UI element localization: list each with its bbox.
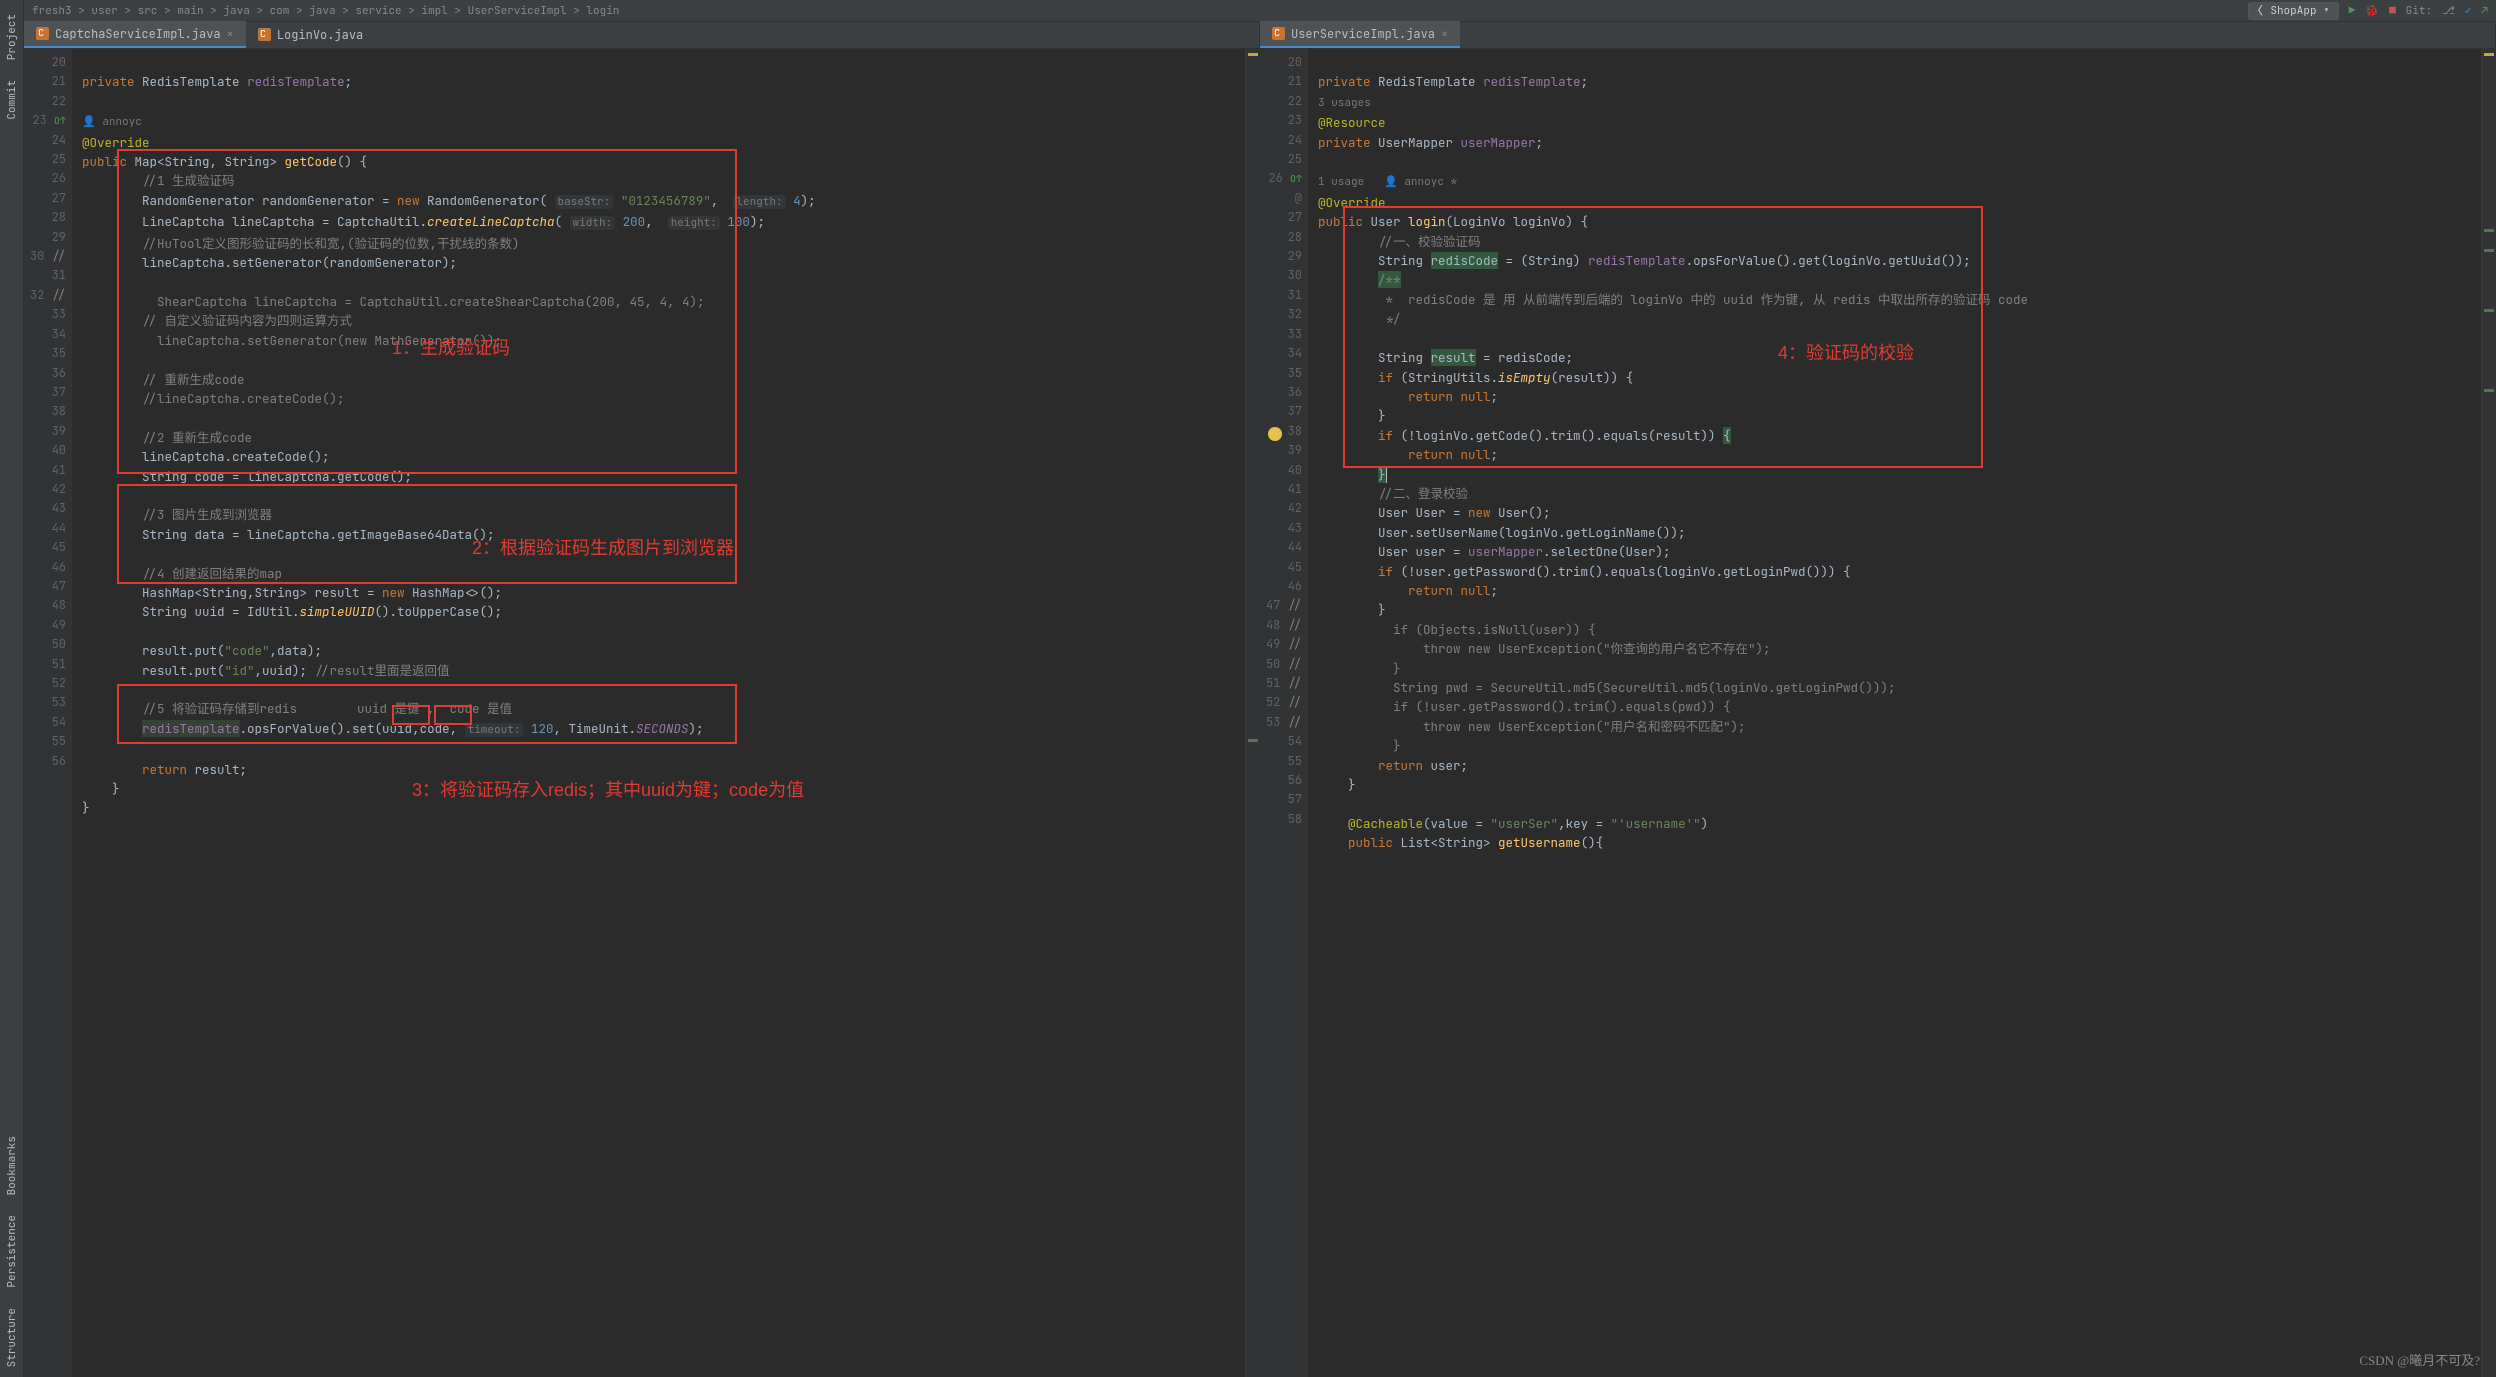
right-editor[interactable]: 20 21222324 2526 O↑ @2728293031323334353… [1260,49,2495,1377]
right-tabs: UserServiceImpl.java× [1260,22,2495,49]
git-push-icon[interactable]: ↗ [2481,4,2488,18]
left-tabs: CaptchaServiceImpl.java× LoginVo.java [24,22,1259,49]
right-gutter: 20 21222324 2526 O↑ @2728293031323334353… [1260,49,1308,1377]
git-update-icon[interactable]: ✓ [2465,4,2472,18]
tab-captcha[interactable]: CaptchaServiceImpl.java× [24,21,246,48]
chg-marker[interactable] [2484,389,2494,392]
tab-userservice[interactable]: UserServiceImpl.java× [1260,21,1460,48]
close-icon[interactable]: × [1441,26,1448,42]
git-branch-icon[interactable]: ⎇ [2442,4,2455,18]
class-icon [258,28,271,41]
git-label: Git: [2406,4,2432,18]
bulb-icon[interactable] [1268,427,1282,446]
structure-tool[interactable]: Structure [3,1298,21,1377]
root: Project Commit Bookmarks Persistence Str… [0,0,2496,1377]
warn-marker[interactable] [1248,53,1258,56]
watermark: CSDN @曦月不可及? [2359,1350,2480,1369]
left-code[interactable]: private RedisTemplate redisTemplate; 👤 a… [72,49,1245,1377]
right-stripe [2481,49,2495,1377]
left-editor[interactable]: 20 2122 23 O↑24252627282930 //3132 //333… [24,49,1259,1377]
persistence-tool[interactable]: Persistence [3,1205,21,1298]
main: fresh3 > user > src > main > java > com … [24,0,2496,1377]
stop-icon[interactable]: ■ [2389,4,2396,18]
left-gutter: 20 2122 23 O↑24252627282930 //3132 //333… [24,49,72,1377]
breadcrumb[interactable]: fresh3 > user > src > main > java > com … [32,4,619,18]
tab-loginvo[interactable]: LoginVo.java [246,21,375,48]
left-pane: CaptchaServiceImpl.java× LoginVo.java 20… [24,22,1260,1377]
label-2: 2：根据验证码生成图片到浏览器 [472,539,734,558]
chg-marker[interactable] [2484,309,2494,312]
label-4: 4：验证码的校验 [1778,344,1914,363]
label-3: 3：将验证码存入redis；其中uuid为键；code为值 [412,781,804,800]
class-icon [1272,27,1285,40]
commit-tool[interactable]: Commit [3,70,21,130]
right-pane: UserServiceImpl.java× 20 21222324 2526 O… [1260,22,2496,1377]
bookmarks-tool[interactable]: Bookmarks [3,1126,21,1205]
debug-icon[interactable]: 🐞 [2365,4,2379,18]
close-icon[interactable]: × [227,26,234,42]
right-code[interactable]: private RedisTemplate redisTemplate; 3 u… [1308,49,2481,1377]
run-icon[interactable]: ▶ [2349,4,2356,18]
topbar: fresh3 > user > src > main > java > com … [24,0,2496,22]
chg-marker[interactable] [2484,229,2494,232]
run-config[interactable]: ⟨ ShopApp ▾ [2248,2,2339,20]
ok-marker[interactable] [1248,739,1258,742]
project-tool[interactable]: Project [3,4,21,70]
warn-marker[interactable] [2484,53,2494,56]
chg-marker[interactable] [2484,249,2494,252]
tool-sidebar: Project Commit Bookmarks Persistence Str… [0,0,24,1377]
class-icon [36,27,49,40]
topbar-right: ⟨ ShopApp ▾ ▶ 🐞 ■ Git: ⎇ ✓ ↗ [2248,2,2488,20]
split: CaptchaServiceImpl.java× LoginVo.java 20… [24,22,2496,1377]
left-stripe [1245,49,1259,1377]
